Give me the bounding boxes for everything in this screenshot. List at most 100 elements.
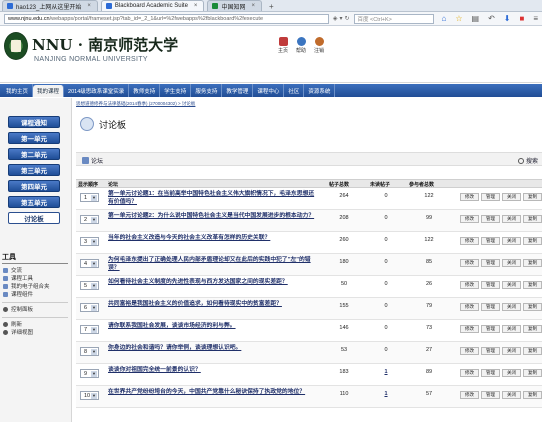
- close-tab-icon[interactable]: ×: [87, 3, 91, 9]
- nav-tab[interactable]: 2014级思政系课堂实录: [64, 84, 130, 97]
- nav-tab[interactable]: 学生支持: [160, 84, 192, 97]
- close-button[interactable]: 关闭: [502, 193, 521, 201]
- forum-title-link[interactable]: 请你联系我国社会发展，谈谈市场经济的利与弊。: [108, 323, 318, 331]
- copy-button[interactable]: 复制: [523, 369, 542, 377]
- forum-title-link[interactable]: 你身边的社会和谐吗？请你举例，谈谈理想认识吧。: [108, 345, 318, 353]
- nav-tab[interactable]: 社区: [284, 84, 305, 97]
- order-select[interactable]: 4 ▼: [80, 259, 99, 268]
- sidebar-item-unit-4[interactable]: 第四单元: [8, 180, 60, 192]
- browser-tab[interactable]: 中国知网 ×: [207, 0, 262, 11]
- breadcrumb[interactable]: 思想道德修养与法律基础(2014春季) (2700004302) > 讨论板: [76, 101, 195, 107]
- nav-tab[interactable]: 教学管理: [222, 84, 254, 97]
- close-button[interactable]: 关闭: [502, 391, 521, 399]
- manage-button[interactable]: 管理: [481, 259, 500, 267]
- back-icon[interactable]: ↶: [488, 14, 495, 23]
- modify-button[interactable]: 修改: [460, 369, 479, 377]
- logout-link[interactable]: 注销: [314, 37, 324, 54]
- manage-button[interactable]: 管理: [481, 237, 500, 245]
- sidebar-item-announcements[interactable]: 课程通知: [8, 116, 60, 128]
- star-icon[interactable]: ☆: [455, 14, 462, 23]
- order-select[interactable]: 8 ▼: [80, 347, 99, 356]
- sidebar-item-unit-3[interactable]: 第三单元: [8, 164, 60, 176]
- sidebar-item-unit-5[interactable]: 第五单元: [8, 196, 60, 208]
- forum-title-link[interactable]: 当年的社会主义改造与今天的社会主义改革有怎样的历史关联？: [108, 235, 318, 243]
- close-button[interactable]: 关闭: [502, 215, 521, 223]
- manage-button[interactable]: 管理: [481, 303, 500, 311]
- browser-tab[interactable]: hao123_上网从这里开始 ×: [2, 0, 98, 11]
- modify-button[interactable]: 修改: [460, 347, 479, 355]
- nav-tab[interactable]: 我的主页: [2, 84, 34, 97]
- nav-tab[interactable]: 教师支持: [129, 84, 161, 97]
- new-tab-button[interactable]: +: [265, 2, 278, 11]
- copy-button[interactable]: 复制: [523, 325, 542, 333]
- copy-button[interactable]: 复制: [523, 347, 542, 355]
- modify-button[interactable]: 修改: [460, 259, 479, 267]
- manage-button[interactable]: 管理: [481, 281, 500, 289]
- close-tab-icon[interactable]: ×: [194, 3, 198, 9]
- help-link[interactable]: 帮助: [296, 37, 306, 54]
- menu-icon[interactable]: ≡: [533, 14, 538, 23]
- addon-icon[interactable]: ■: [519, 14, 524, 23]
- order-select[interactable]: 1 ▼: [80, 193, 99, 202]
- sidebar-item-discussion[interactable]: 讨论板: [8, 212, 60, 224]
- forum-title-link[interactable]: 在世界共产党纷纷垮台的今天，中国共产党靠什么秘诀保持了执政党的地位？: [108, 389, 318, 397]
- modify-button[interactable]: 修改: [460, 237, 479, 245]
- sidebar-item-unit-1[interactable]: 第一单元: [8, 132, 60, 144]
- copy-button[interactable]: 复制: [523, 303, 542, 311]
- order-select[interactable]: 3 ▼: [80, 237, 99, 246]
- copy-button[interactable]: 复制: [523, 215, 542, 223]
- search-input[interactable]: 百度 <Ctrl+K>: [353, 13, 434, 24]
- tool-refresh[interactable]: 刷新: [2, 320, 68, 328]
- copy-button[interactable]: 复制: [523, 391, 542, 399]
- close-button[interactable]: 关闭: [502, 347, 521, 355]
- tool-detail-view[interactable]: 详细视图: [2, 328, 68, 336]
- forum-title-link[interactable]: 第一单元讨论题1：在当前高举中国特色社会主义伟大旗帜情况下，毛泽东思想还有价值吗…: [108, 191, 318, 206]
- order-select[interactable]: 10 ▼: [80, 391, 99, 400]
- tool-control-panel[interactable]: 控制面板: [2, 305, 68, 313]
- unread-posts[interactable]: 1: [366, 391, 406, 397]
- copy-button[interactable]: 复制: [523, 281, 542, 289]
- forum-title-link[interactable]: 如何看待社会主义制度的先进性表现与西方发达国家之间的现实差距？: [108, 279, 318, 287]
- bookmarks-icon[interactable]: ▤: [472, 14, 480, 23]
- manage-button[interactable]: 管理: [481, 391, 500, 399]
- dropdown-icon[interactable]: ▾: [339, 15, 342, 22]
- browser-tab-active[interactable]: Blackboard Academic Suite ×: [100, 0, 205, 11]
- manage-button[interactable]: 管理: [481, 347, 500, 355]
- forum-title-link[interactable]: 第一单元讨论题2：为什么说中国特色社会主义是当代中国发展进步的根本动力？: [108, 213, 318, 221]
- close-button[interactable]: 关闭: [502, 259, 521, 267]
- tool-communication[interactable]: 交流: [2, 266, 68, 274]
- order-select[interactable]: 7 ▼: [80, 325, 99, 334]
- url-field[interactable]: www.njnu.edu.cn /webapps/portal/frameset…: [4, 13, 329, 24]
- close-tab-icon[interactable]: ×: [251, 3, 255, 9]
- forum-title-link[interactable]: 为何毛泽东提出了正确处理人民内部矛盾理论却又在此后的实践中犯了"左"的错误？: [108, 257, 318, 272]
- shield-icon[interactable]: ◈: [333, 15, 338, 22]
- search-action-button[interactable]: 搜索: [517, 156, 538, 165]
- copy-button[interactable]: 复制: [523, 237, 542, 245]
- copy-button[interactable]: 复制: [523, 259, 542, 267]
- close-button[interactable]: 关闭: [502, 325, 521, 333]
- forum-action-button[interactable]: 论坛: [82, 156, 103, 165]
- manage-button[interactable]: 管理: [481, 325, 500, 333]
- order-select[interactable]: 6 ▼: [80, 303, 99, 312]
- modify-button[interactable]: 修改: [460, 193, 479, 201]
- forum-title-link[interactable]: 谈谈你对祖国完全统一前景的认识？: [108, 367, 318, 375]
- nav-tab[interactable]: 资源系统: [304, 84, 336, 97]
- unread-posts[interactable]: 1: [366, 369, 406, 375]
- nav-tab[interactable]: 课程中心: [253, 84, 285, 97]
- modify-button[interactable]: 修改: [460, 281, 479, 289]
- forum-title-link[interactable]: 共同富裕是我国社会主义的价值追求，如何看待现实中的贫富差距？: [108, 301, 318, 309]
- manage-button[interactable]: 管理: [481, 369, 500, 377]
- refresh-icon[interactable]: ↻: [344, 15, 349, 22]
- copy-button[interactable]: 复制: [523, 193, 542, 201]
- order-select[interactable]: 2 ▼: [80, 215, 99, 224]
- tool-course-tools[interactable]: 课程工具: [2, 274, 68, 282]
- manage-button[interactable]: 管理: [481, 215, 500, 223]
- home-link[interactable]: 主页: [278, 37, 288, 54]
- close-button[interactable]: 关闭: [502, 281, 521, 289]
- nav-tab-active[interactable]: 我的课程: [33, 85, 65, 97]
- nav-tab[interactable]: 服务支持: [191, 84, 223, 97]
- close-button[interactable]: 关闭: [502, 237, 521, 245]
- modify-button[interactable]: 修改: [460, 391, 479, 399]
- modify-button[interactable]: 修改: [460, 303, 479, 311]
- tool-course-modules[interactable]: 课程组件: [2, 290, 68, 298]
